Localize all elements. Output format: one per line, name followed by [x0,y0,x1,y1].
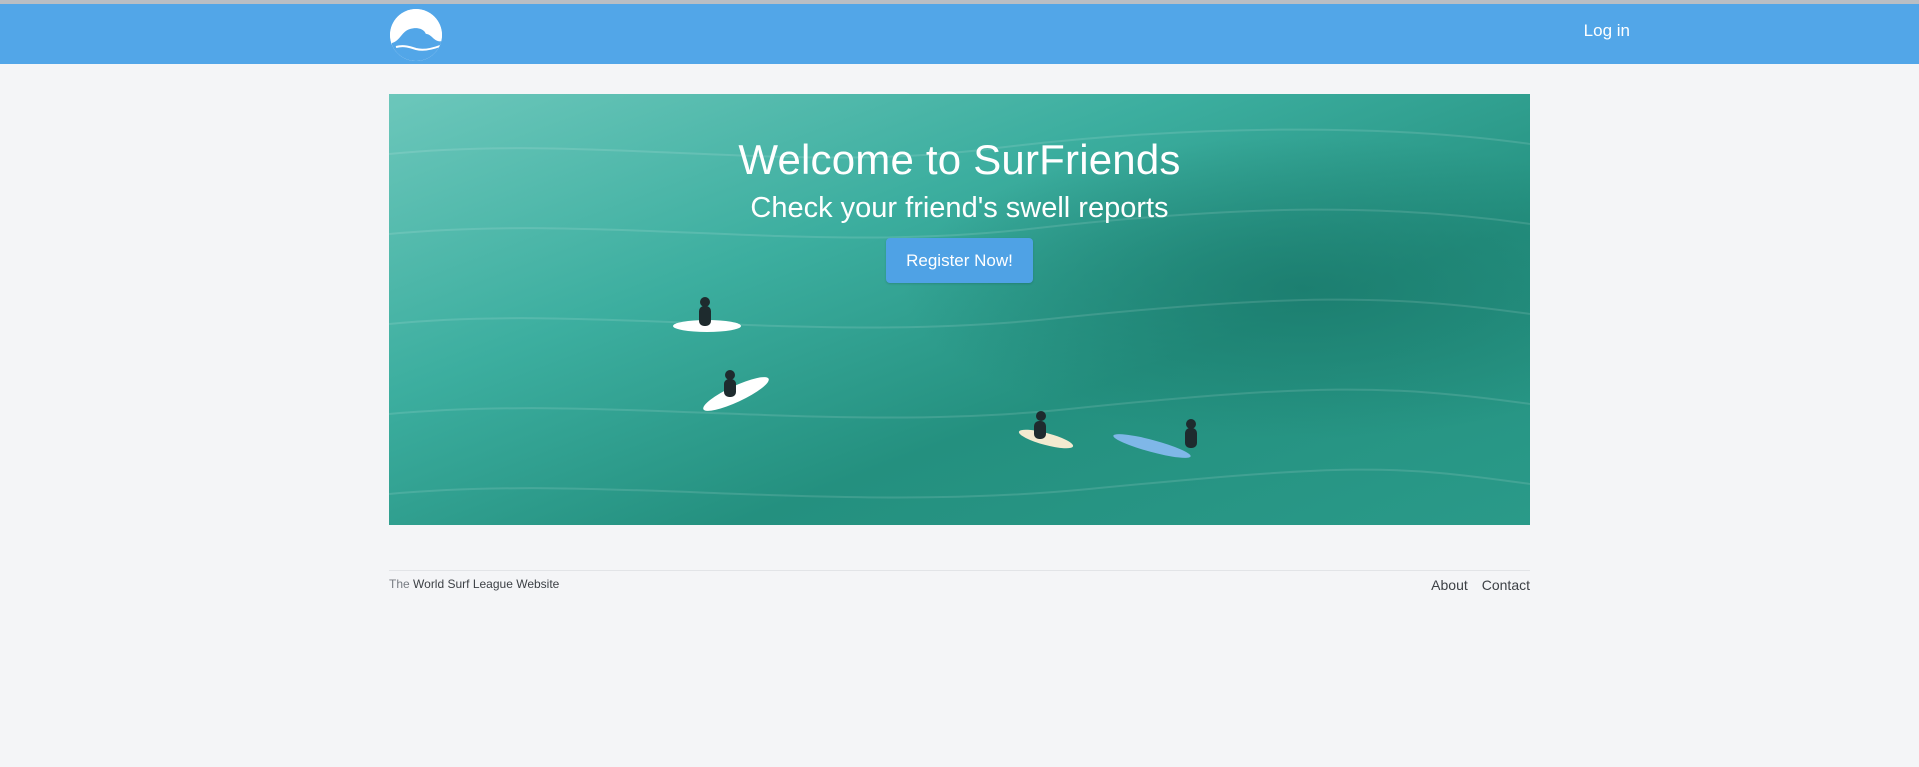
wave-logo-icon[interactable] [390,9,442,61]
footer-link-about[interactable]: About [1431,577,1468,593]
footer-prefix: The [389,577,410,591]
login-link[interactable]: Log in [1470,21,1630,41]
hero-banner: Welcome to SurFriends Check your friend'… [389,94,1530,525]
footer-link-contact[interactable]: Contact [1482,577,1530,593]
footer-credit: The World Surf League Website [389,577,559,591]
hero-subtitle: Check your friend's swell reports [750,192,1169,224]
footer-site-name: World Surf League Website [413,577,560,591]
hero-title: Welcome to SurFriends [738,136,1181,183]
register-button[interactable]: Register Now! [886,238,1033,283]
top-navbar: Log in [0,4,1919,64]
footer-nav: About Contact [1380,577,1530,593]
footer-divider [389,570,1530,571]
